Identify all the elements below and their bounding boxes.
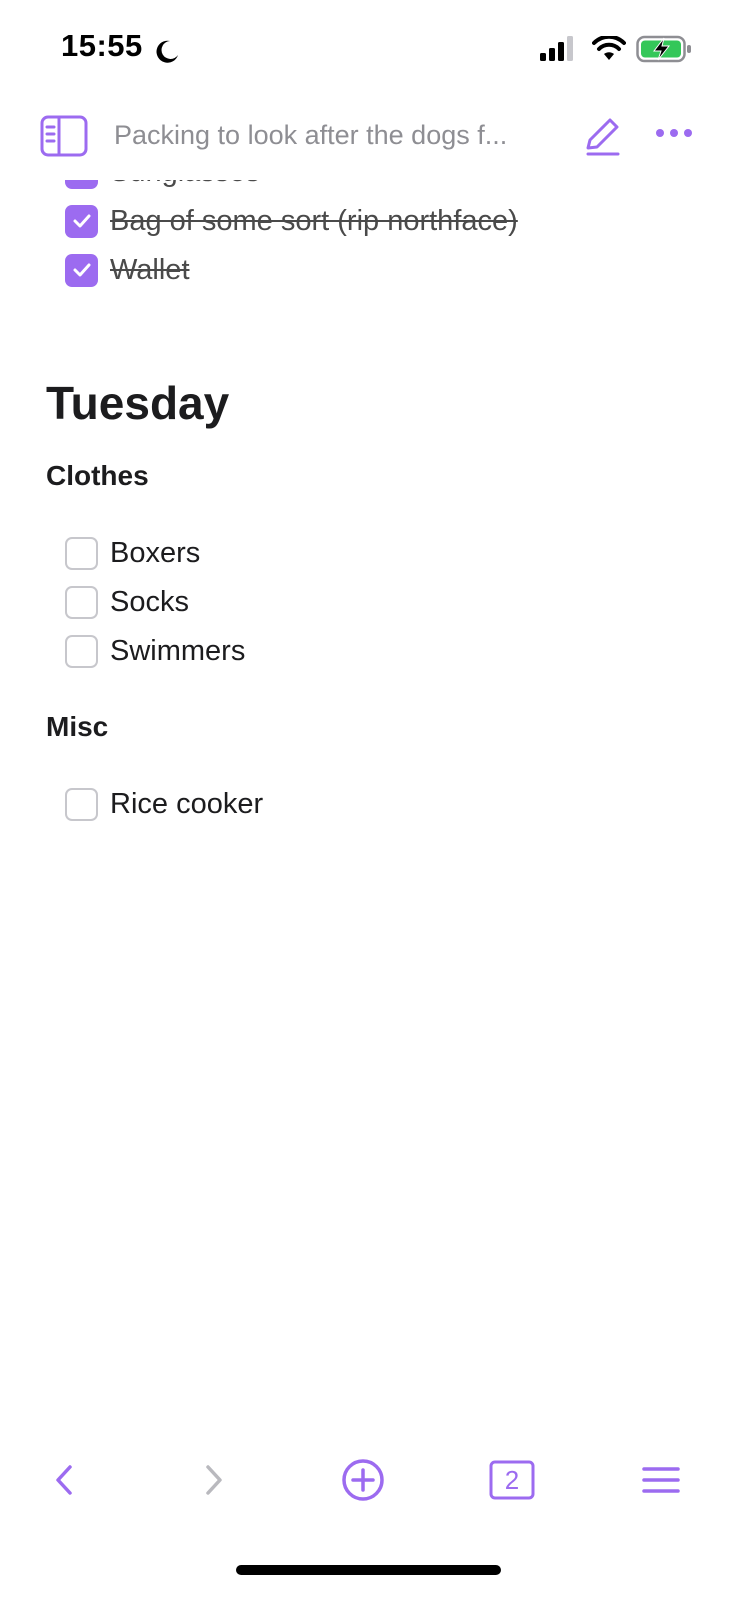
tabs-button[interactable]: 2	[482, 1450, 542, 1510]
checklist-item[interactable]: Bag of some sort (rip northface)	[65, 201, 518, 241]
checkbox-checked[interactable]	[65, 204, 98, 238]
tabs-icon: 2	[489, 1460, 535, 1500]
checkmark-icon	[73, 263, 90, 277]
checklist-item-label: Wallet	[110, 253, 190, 286]
new-note-icon	[342, 1459, 384, 1501]
checkmark-icon	[73, 214, 90, 228]
note-content: Sunglasses Bag of some sort (rip northfa…	[0, 0, 739, 1600]
back-button[interactable]	[34, 1450, 94, 1510]
pencil-icon[interactable]	[580, 114, 624, 158]
checkbox-unchecked[interactable]	[65, 634, 98, 668]
checkbox-unchecked[interactable]	[65, 585, 98, 619]
checklist-item[interactable]: Socks	[65, 582, 189, 622]
signal-icon	[540, 36, 573, 61]
checklist-item[interactable]: Wallet	[65, 250, 190, 290]
sidebar-toggle-icon[interactable]	[40, 114, 88, 158]
subheading-clothes: Clothes	[46, 460, 149, 491]
checkbox-unchecked[interactable]	[65, 536, 98, 570]
back-icon	[56, 1465, 72, 1495]
checklist-item-label: Bag of some sort (rip northface)	[110, 204, 518, 237]
checklist-item-label: Swimmers	[110, 634, 246, 667]
moon-icon	[156, 40, 178, 63]
checkbox-checked[interactable]	[65, 253, 98, 287]
menu-button[interactable]	[631, 1450, 691, 1510]
bottom-toolbar: 2	[0, 1450, 739, 1510]
forward-button[interactable]	[184, 1450, 244, 1510]
checklist-item[interactable]: Rice cooker	[65, 784, 263, 824]
section-heading-tuesday: Tuesday	[46, 377, 230, 429]
app-screen: Sunglasses Bag of some sort (rip northfa…	[0, 0, 739, 1600]
home-indicator	[236, 1565, 501, 1575]
checklist-item-label: Socks	[110, 585, 189, 618]
status-bar: 15:55	[0, 0, 739, 100]
checklist-item[interactable]: Swimmers	[65, 631, 245, 671]
note-toolbar: Packing to look after the dogs f...	[0, 100, 739, 180]
checklist-item-label: Boxers	[110, 536, 201, 569]
menu-icon	[642, 1467, 680, 1493]
tabs-count: 2	[504, 1464, 520, 1495]
wifi-icon	[592, 36, 626, 60]
checklist-item[interactable]: Boxers	[65, 533, 200, 573]
note-title[interactable]: Packing to look after the dogs f...	[114, 120, 544, 151]
checklist-item-label: Rice cooker	[110, 787, 264, 820]
status-time: 15:55	[61, 28, 143, 63]
checkbox-unchecked[interactable]	[65, 787, 98, 821]
forward-icon	[206, 1465, 222, 1495]
new-note-button[interactable]	[333, 1450, 393, 1510]
battery-charging-icon	[636, 35, 691, 63]
more-icon[interactable]	[652, 120, 696, 150]
subheading-misc: Misc	[46, 711, 109, 742]
